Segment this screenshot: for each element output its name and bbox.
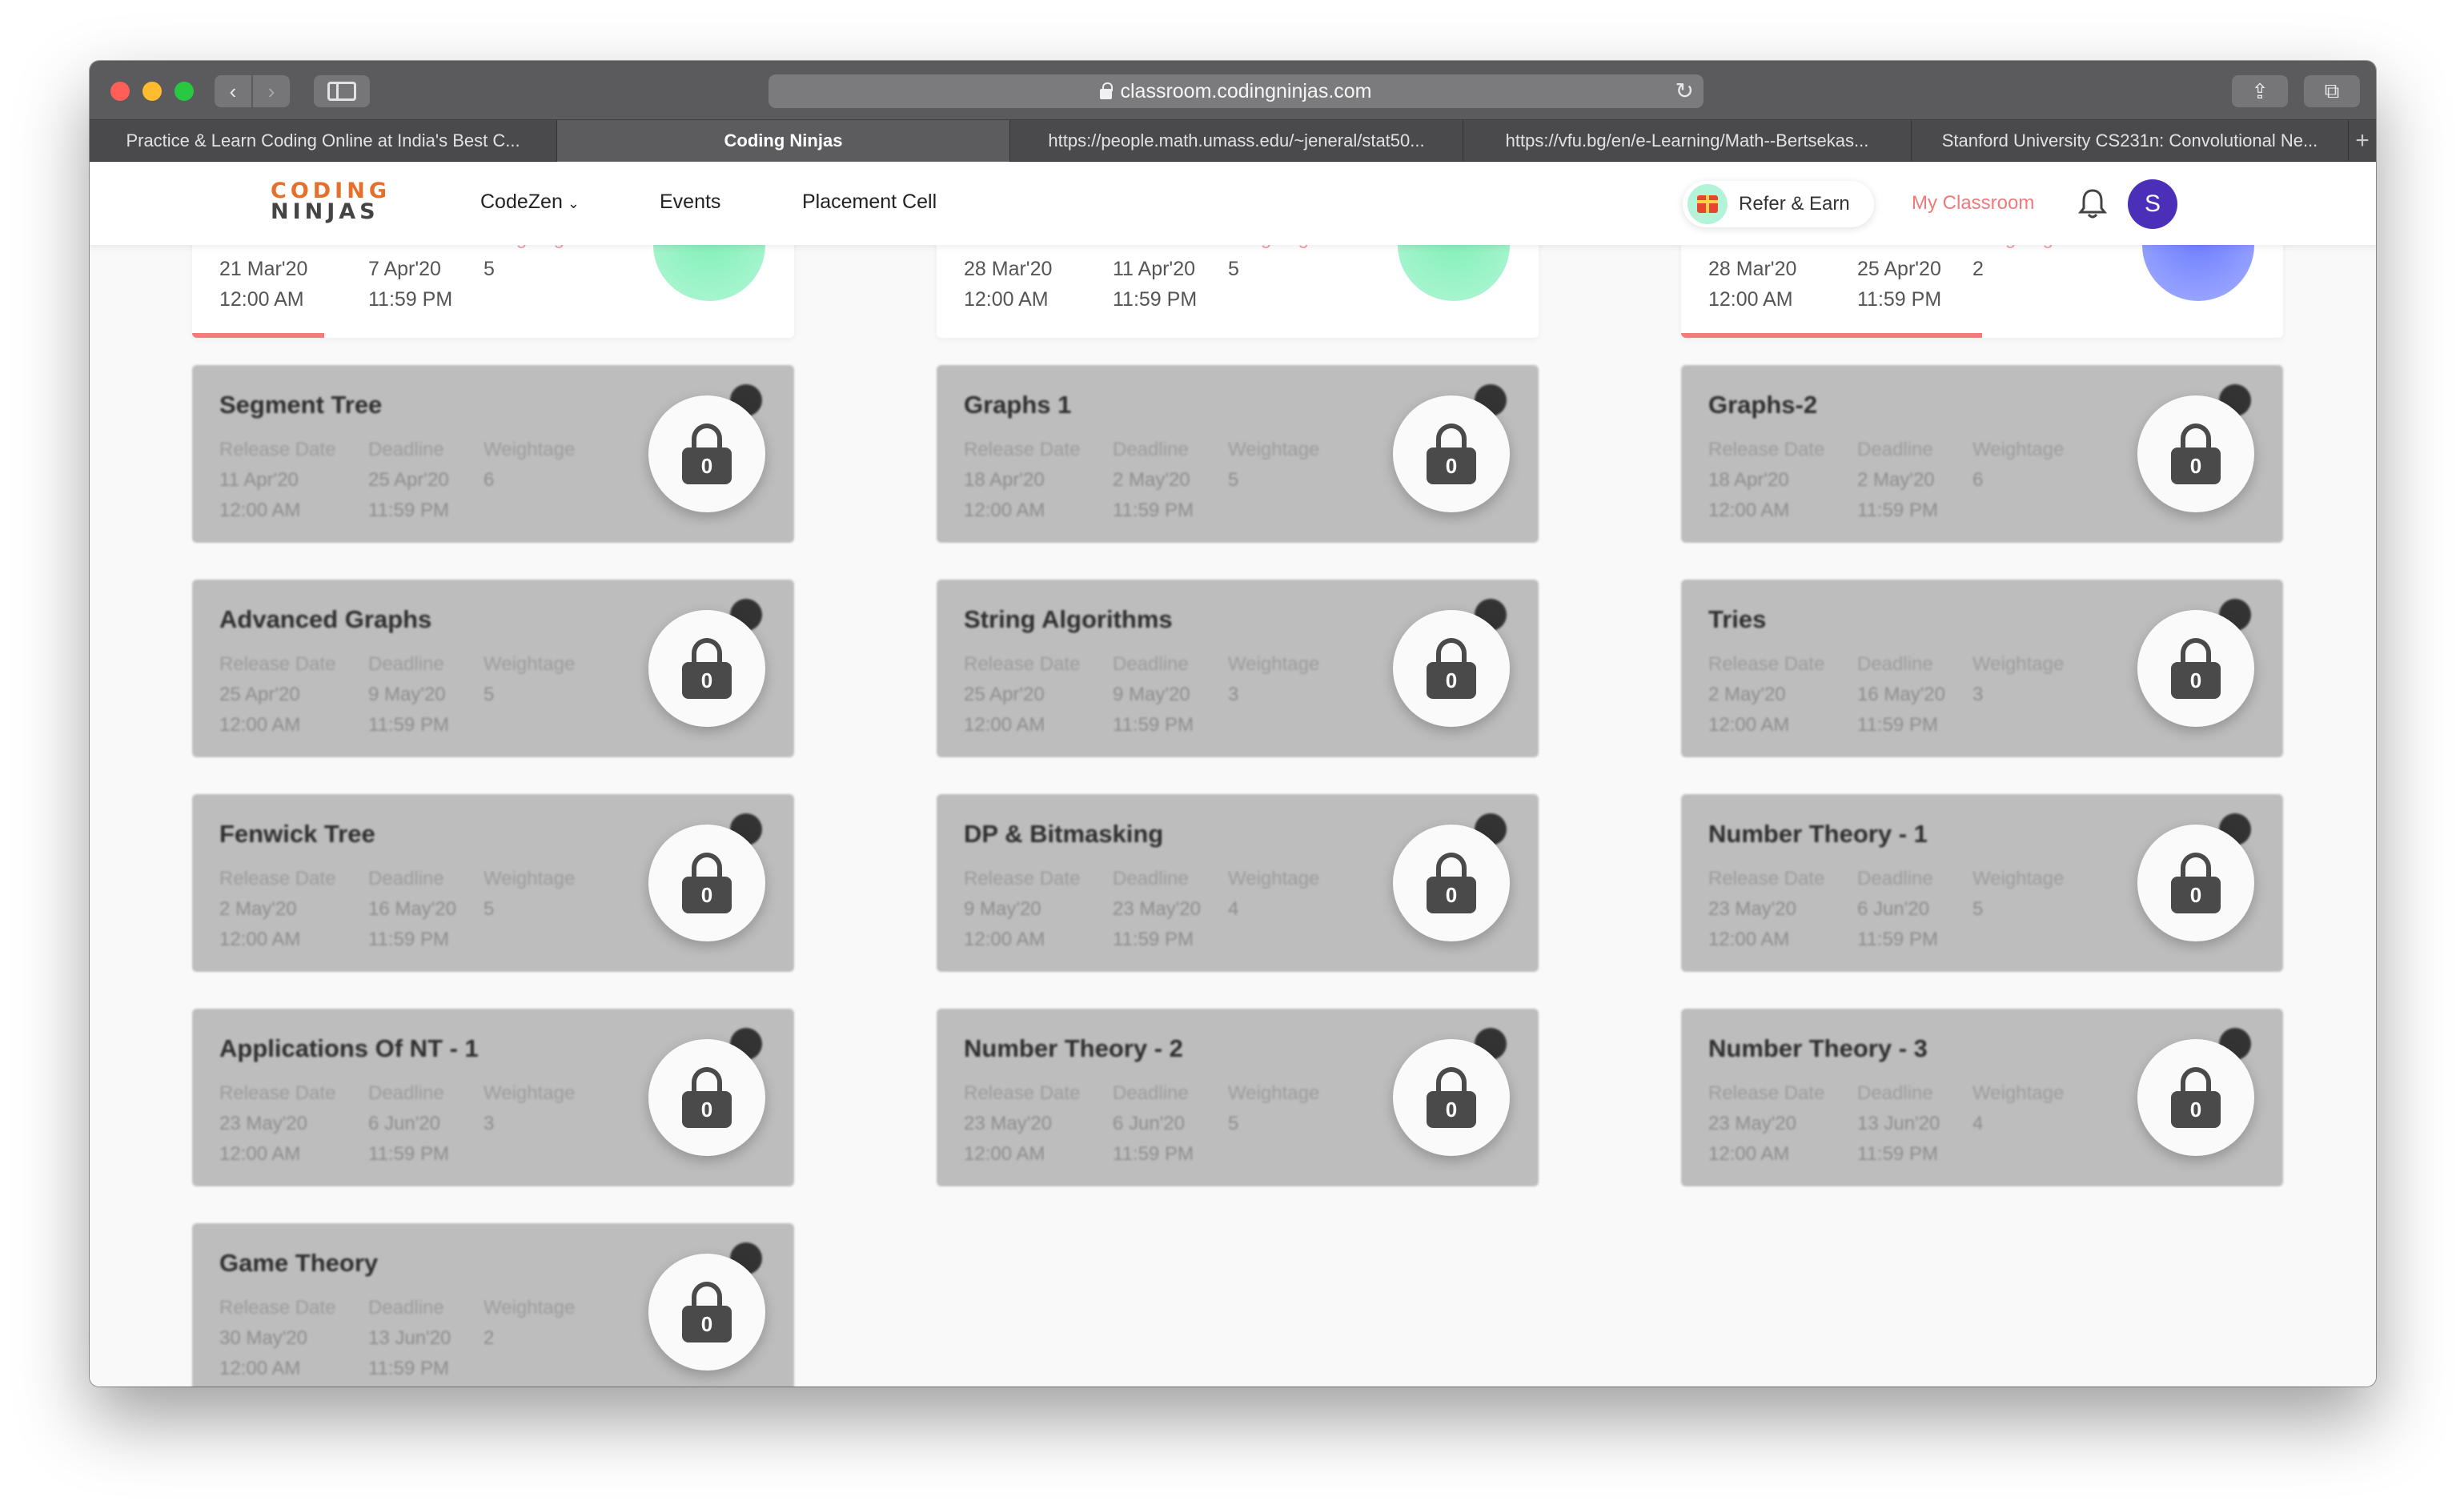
lock-score: 0 bbox=[682, 662, 732, 699]
bell-icon[interactable] bbox=[2078, 187, 2107, 219]
chevron-right-icon: › bbox=[267, 78, 275, 103]
sidebar-icon bbox=[327, 82, 356, 101]
browser-tab[interactable]: Coding Ninjas bbox=[557, 120, 1010, 162]
lock-score: 0 bbox=[2171, 447, 2221, 484]
module-status-badge bbox=[2142, 245, 2254, 301]
coding-ninjas-logo[interactable]: CODING NINJAS bbox=[271, 180, 387, 227]
refer-earn-button[interactable]: Refer & Earn bbox=[1683, 181, 1874, 227]
module-title: Applications Of NT - 1 bbox=[219, 1034, 479, 1062]
module-title: Graphs-2 bbox=[1708, 391, 1818, 419]
lock-badge: 0 bbox=[2137, 825, 2254, 941]
lock-badge: 0 bbox=[648, 825, 765, 941]
tab-bar: Practice & Learn Coding Online at India'… bbox=[90, 120, 2376, 162]
lock-badge: 0 bbox=[648, 1254, 765, 1371]
module-title: Advanced Graphs bbox=[219, 605, 432, 633]
padlock-icon: 0 bbox=[682, 423, 732, 484]
lock-score: 0 bbox=[2171, 877, 2221, 913]
sidebar-toggle-button[interactable] bbox=[314, 75, 370, 107]
chevron-down-icon: ⌄ bbox=[567, 195, 580, 211]
padlock-icon: 0 bbox=[2171, 853, 2221, 913]
padlock-icon: 0 bbox=[682, 638, 732, 699]
reload-icon[interactable]: ↻ bbox=[1675, 78, 1694, 104]
lock-badge: 0 bbox=[1393, 825, 1510, 941]
padlock-icon: 0 bbox=[1427, 1067, 1476, 1128]
progress-bar bbox=[1681, 333, 1982, 338]
chevron-left-icon: ‹ bbox=[229, 78, 237, 103]
module-status-badge bbox=[1398, 245, 1510, 301]
lock-badge: 0 bbox=[2137, 1039, 2254, 1156]
module-title: Tries bbox=[1708, 605, 1767, 633]
nav-placement-cell[interactable]: Placement Cell bbox=[802, 191, 937, 214]
browser-window: ‹ › classroom.codingninjas.com ↻ ⇪ ⧉ Pra… bbox=[90, 61, 2376, 1387]
gift-icon bbox=[1687, 184, 1728, 224]
module-card[interactable]: Release Date 28 Mar'20 12:00 AM Deadline… bbox=[937, 245, 1539, 338]
close-window-button[interactable] bbox=[110, 82, 130, 101]
title-bar: ‹ › classroom.codingninjas.com ↻ ⇪ ⧉ bbox=[90, 61, 2376, 120]
lock-badge: 0 bbox=[2137, 395, 2254, 512]
tab-overview-button[interactable]: ⧉ bbox=[2304, 75, 2360, 107]
site-header: CODING NINJAS CodeZen ⌄ Events Placement … bbox=[90, 162, 2376, 245]
new-tab-plus-icon[interactable]: + bbox=[2349, 120, 2376, 161]
module-title: Segment Tree bbox=[219, 391, 383, 419]
tabs-icon: ⧉ bbox=[2324, 78, 2340, 102]
padlock-icon: 0 bbox=[682, 1282, 732, 1342]
browser-tab[interactable]: https://people.math.umass.edu/~jeneral/s… bbox=[1010, 120, 1463, 162]
lock-badge: 0 bbox=[2137, 610, 2254, 727]
nav-events[interactable]: Events bbox=[660, 191, 720, 214]
share-button[interactable]: ⇪ bbox=[2232, 75, 2288, 107]
avatar[interactable]: S bbox=[2128, 179, 2177, 229]
padlock-icon: 0 bbox=[2171, 638, 2221, 699]
lock-badge: 0 bbox=[1393, 610, 1510, 727]
back-button[interactable]: ‹ bbox=[215, 75, 251, 107]
my-classroom-link[interactable]: My Classroom bbox=[1912, 192, 2034, 215]
lock-score: 0 bbox=[682, 1306, 732, 1342]
module-title: Game Theory bbox=[219, 1249, 379, 1277]
module-title: DP & Bitmasking bbox=[964, 820, 1164, 848]
browser-tab[interactable]: https://vfu.bg/en/e-Learning/Math--Berts… bbox=[1463, 120, 1912, 162]
module-card[interactable]: Release Date 21 Mar'20 12:00 AM Deadline… bbox=[192, 245, 794, 338]
browser-tab[interactable]: Practice & Learn Coding Online at India'… bbox=[90, 120, 557, 162]
lock-badge: 0 bbox=[648, 1039, 765, 1156]
lock-badge: 0 bbox=[648, 610, 765, 727]
padlock-icon: 0 bbox=[2171, 1067, 2221, 1128]
padlock-icon: 0 bbox=[1427, 638, 1476, 699]
lock-score: 0 bbox=[2171, 662, 2221, 699]
lock-score: 0 bbox=[1427, 447, 1476, 484]
module-status-badge bbox=[653, 245, 765, 301]
nav-codezen[interactable]: CodeZen ⌄ bbox=[480, 191, 580, 214]
lock-score: 0 bbox=[682, 1091, 732, 1128]
module-title: Graphs 1 bbox=[964, 391, 1072, 419]
lock-badge: 0 bbox=[1393, 395, 1510, 512]
lock-score: 0 bbox=[1427, 662, 1476, 699]
fullscreen-window-button[interactable] bbox=[175, 82, 194, 101]
progress-bar bbox=[192, 333, 325, 338]
padlock-icon: 0 bbox=[1427, 423, 1476, 484]
minimize-window-button[interactable] bbox=[142, 82, 162, 101]
lock-score: 0 bbox=[682, 877, 732, 913]
module-grid: Release Date 21 Mar'20 12:00 AM Deadline… bbox=[90, 245, 2376, 1387]
padlock-icon: 0 bbox=[2171, 423, 2221, 484]
lock-badge: 0 bbox=[1393, 1039, 1510, 1156]
share-icon: ⇪ bbox=[2251, 78, 2269, 103]
lock-badge: 0 bbox=[648, 395, 765, 512]
module-title: String Algorithms bbox=[964, 605, 1173, 633]
lock-score: 0 bbox=[682, 447, 732, 484]
url-text: classroom.codingninjas.com bbox=[1120, 79, 1372, 102]
lock-score: 0 bbox=[2171, 1091, 2221, 1128]
address-bar[interactable]: classroom.codingninjas.com ↻ bbox=[768, 74, 1704, 108]
lock-score: 0 bbox=[1427, 877, 1476, 913]
forward-button[interactable]: › bbox=[253, 75, 290, 107]
module-title: Fenwick Tree bbox=[219, 820, 375, 848]
module-card[interactable]: Release Date 28 Mar'20 12:00 AM Deadline… bbox=[1681, 245, 2283, 338]
lock-icon bbox=[1100, 82, 1114, 99]
module-title: Number Theory - 3 bbox=[1708, 1034, 1928, 1062]
padlock-icon: 0 bbox=[682, 853, 732, 913]
padlock-icon: 0 bbox=[1427, 853, 1476, 913]
padlock-icon: 0 bbox=[682, 1067, 732, 1128]
lock-score: 0 bbox=[1427, 1091, 1476, 1128]
browser-tab[interactable]: Stanford University CS231n: Convolutiona… bbox=[1912, 120, 2349, 162]
module-title: Number Theory - 1 bbox=[1708, 820, 1928, 848]
module-title: Number Theory - 2 bbox=[964, 1034, 1183, 1062]
